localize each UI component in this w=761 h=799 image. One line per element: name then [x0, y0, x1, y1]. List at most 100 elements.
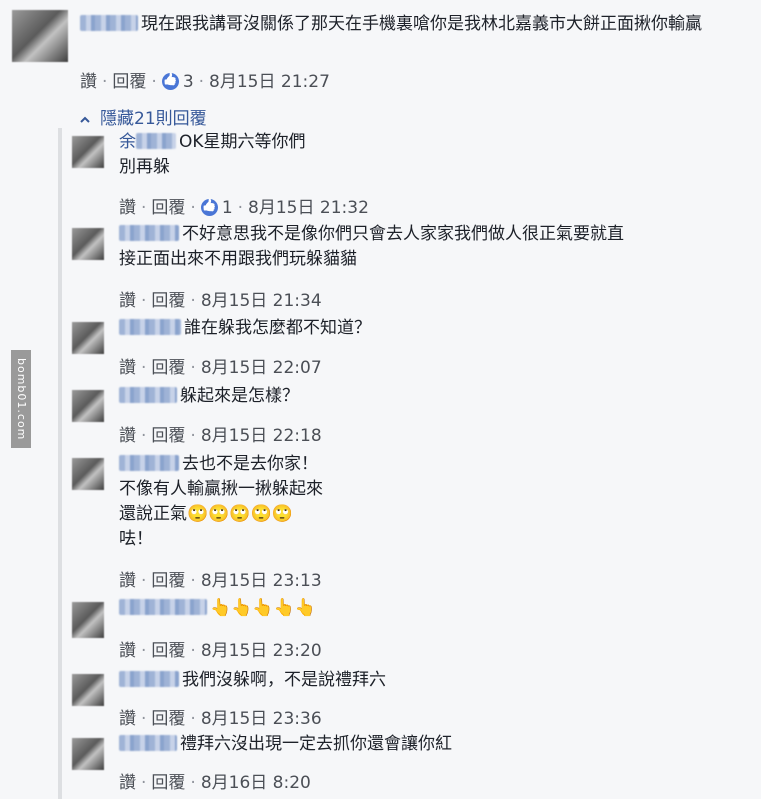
separator: · — [141, 426, 147, 446]
like-button[interactable]: 讚 — [119, 571, 136, 591]
separator: · — [141, 641, 147, 661]
reply-text-line: 不好意思我不是像你們只會去人家家我們做人很正氣要就直 — [182, 224, 624, 244]
reply-actions: 讚 · 回覆 · 8月15日 21:34 — [119, 286, 322, 311]
reply-button[interactable]: 回覆 — [151, 291, 185, 311]
separator: · — [190, 291, 196, 311]
author-name[interactable] — [119, 599, 207, 615]
reply-text-line: 去也不是去你家！ — [182, 454, 318, 474]
separator: · — [198, 72, 205, 92]
reaction-count[interactable]: 3 — [183, 72, 194, 92]
reply-button[interactable]: 回覆 — [151, 198, 185, 218]
separator: · — [141, 571, 147, 591]
author-name[interactable] — [119, 671, 179, 687]
reply-button[interactable]: 回覆 — [151, 358, 185, 378]
avatar[interactable] — [72, 674, 104, 706]
reply-text-line: 接正面出來不用跟我們玩躲貓貓 — [119, 249, 357, 269]
reply-text-line: 不像有人輸贏揪一揪躲起來 — [119, 479, 323, 499]
reply-body: 👆👆👆👆👆 — [119, 596, 749, 621]
separator: · — [190, 773, 196, 793]
comment-text: 現在跟我講哥沒關係了那天在手機裏嗆你是我林北嘉義市大餅正面揪你輸贏 — [141, 14, 702, 34]
timestamp[interactable]: 8月15日 22:07 — [201, 358, 322, 378]
avatar[interactable] — [72, 228, 104, 260]
hide-replies-label: 隱藏21則回覆 — [100, 109, 207, 129]
reply-body: 躲起來是怎樣？ — [119, 384, 749, 409]
author-name[interactable] — [136, 133, 176, 149]
author-name[interactable] — [119, 735, 177, 751]
reply-button[interactable]: 回覆 — [151, 426, 185, 446]
avatar[interactable] — [72, 390, 104, 422]
reaction-count[interactable]: 1 — [222, 198, 233, 218]
hide-replies-link[interactable]: 隱藏21則回覆 — [80, 104, 207, 129]
avatar[interactable] — [72, 458, 104, 490]
like-reaction-icon[interactable] — [200, 199, 218, 216]
watermark: bomb01.com — [11, 350, 31, 448]
reply-actions: 讚 · 回覆 · 8月16日 8:20 — [119, 768, 311, 793]
separator: · — [190, 358, 196, 378]
like-button[interactable]: 讚 — [119, 358, 136, 378]
author-name-prefix[interactable]: 余 — [119, 132, 136, 152]
separator: · — [190, 571, 196, 591]
reply-text-line: 禮拜六沒出現一定去抓你還會讓你紅 — [180, 734, 452, 754]
thread-line — [58, 128, 62, 799]
reply-text-line: 別再躲 — [119, 157, 170, 177]
reply-body: 余 OK星期六等你們 別再躲 — [119, 130, 749, 180]
reply-text-line: OK星期六等你們 — [179, 132, 306, 152]
reply-body: 誰在躲我怎麼都不知道？ — [119, 316, 749, 341]
separator: · — [190, 641, 196, 661]
comment-actions: 讚·回覆·3·8月15日 21:27 — [80, 67, 330, 92]
reply-text-line: 躲起來是怎樣？ — [180, 386, 299, 406]
reply-text-line: 呿！ — [119, 529, 153, 549]
timestamp[interactable]: 8月15日 21:34 — [201, 291, 322, 311]
author-name[interactable] — [119, 225, 179, 241]
reply-actions: 讚 · 回覆 · 8月15日 23:20 — [119, 636, 322, 661]
timestamp[interactable]: 8月15日 23:20 — [201, 641, 322, 661]
avatar[interactable] — [72, 136, 104, 168]
reply-button[interactable]: 回覆 — [112, 72, 146, 92]
separator: · — [151, 72, 157, 92]
reply-button[interactable]: 回覆 — [151, 571, 185, 591]
reply-body: 禮拜六沒出現一定去抓你還會讓你紅 — [119, 732, 749, 757]
separator: · — [190, 198, 196, 218]
like-button[interactable]: 讚 — [119, 198, 136, 218]
author-name[interactable] — [119, 455, 179, 471]
like-reaction-icon[interactable] — [161, 73, 179, 90]
comment-body: 現在跟我講哥沒關係了那天在手機裏嗆你是我林北嘉義市大餅正面揪你輸贏 — [80, 12, 740, 37]
reply-button[interactable]: 回覆 — [151, 641, 185, 661]
avatar[interactable] — [72, 602, 104, 638]
reply-text-line: 我們沒躲啊，不是說禮拜六 — [182, 670, 386, 690]
avatar[interactable] — [12, 10, 68, 62]
like-button[interactable]: 讚 — [119, 426, 136, 446]
timestamp[interactable]: 8月15日 23:36 — [201, 709, 322, 729]
reply-actions: 讚 · 回覆 · 8月15日 22:18 — [119, 421, 322, 446]
timestamp[interactable]: 8月15日 22:18 — [201, 426, 322, 446]
avatar[interactable] — [72, 322, 104, 354]
timestamp[interactable]: 8月15日 21:32 — [248, 198, 369, 218]
reply-actions: 讚 · 回覆 · 8月15日 23:13 — [119, 566, 322, 591]
separator: · — [190, 426, 196, 446]
separator: · — [141, 358, 147, 378]
like-button[interactable]: 讚 — [119, 291, 136, 311]
chevron-up-icon — [80, 116, 90, 123]
avatar[interactable] — [72, 738, 104, 770]
timestamp[interactable]: 8月16日 8:20 — [201, 773, 311, 793]
like-button[interactable]: 讚 — [119, 709, 136, 729]
author-name[interactable] — [119, 319, 181, 335]
timestamp[interactable]: 8月15日 23:13 — [201, 571, 322, 591]
timestamp[interactable]: 8月15日 21:27 — [209, 72, 330, 92]
separator: · — [141, 291, 147, 311]
author-name[interactable] — [119, 387, 177, 403]
author-name[interactable] — [80, 15, 138, 31]
like-button[interactable]: 讚 — [119, 773, 136, 793]
like-button[interactable]: 讚 — [80, 72, 97, 92]
reply-body: 去也不是去你家！ 不像有人輸贏揪一揪躲起來 還說正氣🙄🙄🙄🙄🙄 呿！ — [119, 452, 749, 552]
reply-button[interactable]: 回覆 — [151, 773, 185, 793]
reply-button[interactable]: 回覆 — [151, 709, 185, 729]
reply-body: 不好意思我不是像你們只會去人家家我們做人很正氣要就直 接正面出來不用跟我們玩躲貓… — [119, 222, 749, 272]
reply-text-line: 誰在躲我怎麼都不知道？ — [184, 318, 371, 338]
reply-actions: 讚 · 回覆 · 8月15日 22:07 — [119, 353, 322, 378]
reply-text-line: 還說正氣🙄🙄🙄🙄🙄 — [119, 504, 293, 524]
separator: · — [237, 198, 244, 218]
separator: · — [141, 773, 147, 793]
like-button[interactable]: 讚 — [119, 641, 136, 661]
separator: · — [141, 709, 147, 729]
